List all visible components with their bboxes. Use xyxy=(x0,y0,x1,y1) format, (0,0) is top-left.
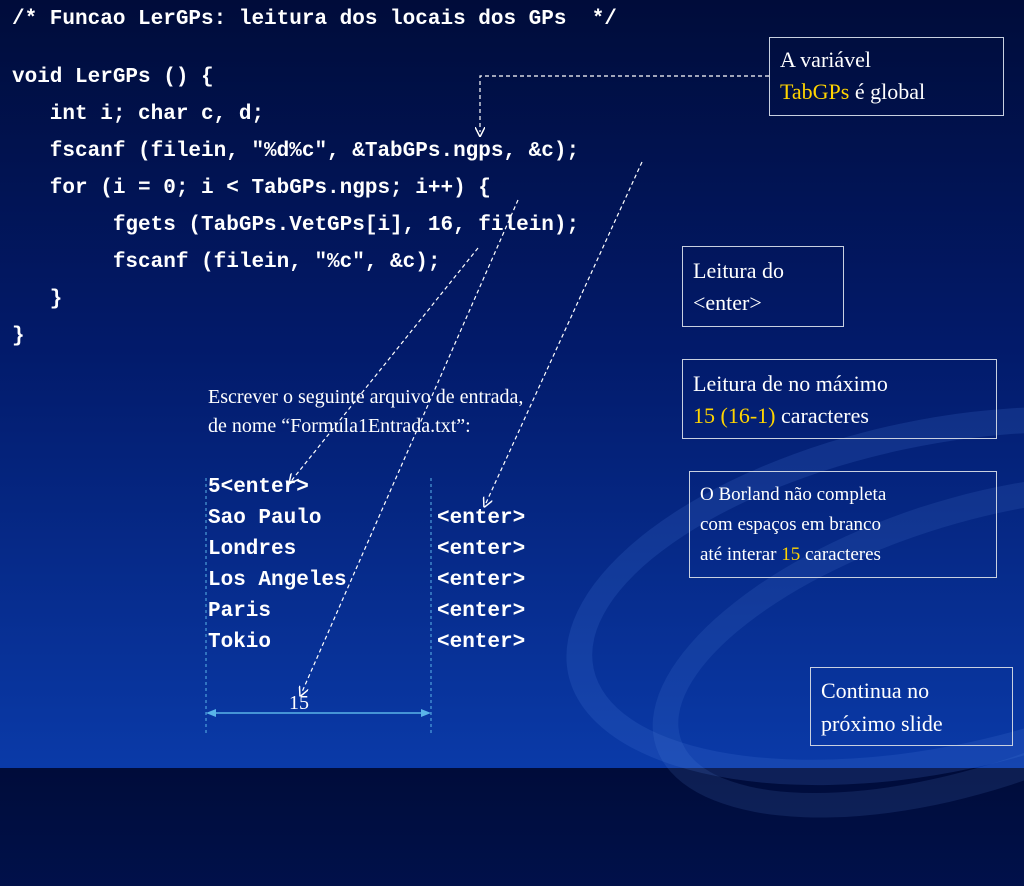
arrow-enter-column xyxy=(486,161,643,503)
measure-arrow-right xyxy=(421,709,431,717)
measure-arrow-left xyxy=(206,709,216,717)
arrow-global xyxy=(480,75,769,132)
arrow-first-enter xyxy=(292,247,479,480)
arrow-fgets-width xyxy=(302,199,519,692)
annotation-arrows xyxy=(205,75,769,735)
